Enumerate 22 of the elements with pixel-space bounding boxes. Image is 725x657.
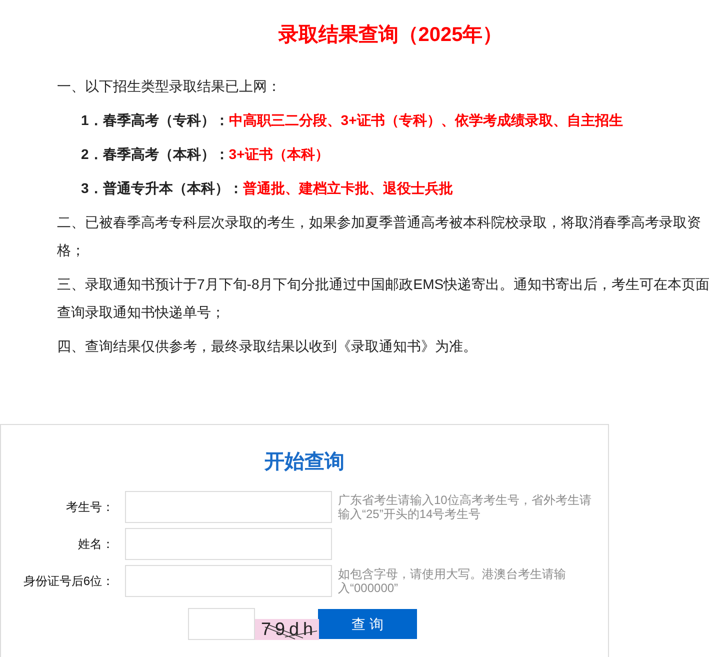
field-label: 身份证号后6位： [22, 573, 114, 590]
item-label: 1．春季高考（专科）： [81, 111, 229, 130]
input-field[interactable] [125, 565, 332, 597]
field-hint: 如包含字母，请使用大写。港澳台考生请输入“000000” [338, 567, 567, 595]
input-field[interactable] [125, 491, 332, 523]
field-hint: 广东省考生请输入10位高考考生号，省外考生请输入“25”开头的14号考生号 [338, 493, 592, 521]
field-label: 考生号： [65, 499, 114, 516]
item-label: 3．普通专升本（本科）： [81, 179, 243, 198]
notice-paragraph: 三、录取通知书预计于7月下旬-8月下旬分批通过中国邮政EMS快递寄出。通知书寄出后，考生可在本页面查询录取通知书快递单号； [57, 275, 711, 322]
query-button[interactable]: 查 询 [318, 609, 417, 639]
captcha-field[interactable] [188, 608, 255, 640]
notice-paragraph: 二、已被春季高考专科层次录取的考生，如果参加夏季普通高考被本科院校录取，将取消春季高考录取资格； [57, 213, 702, 260]
field-label: 姓名： [77, 536, 114, 553]
page-title: 录取结果查询（2025年） [278, 23, 503, 48]
query-title: 开始查询 [264, 450, 344, 475]
item-label: 2．春季高考（本科）： [81, 145, 229, 164]
item-value: 中高职三二分段、3+证书（专科）、依学考成绩录取、自主招生 [228, 111, 623, 130]
item-value: 普通批、建档立卡批、退役士兵批 [242, 179, 453, 198]
input-field[interactable] [125, 528, 332, 560]
item-value: 3+证书（本科） [228, 145, 329, 164]
notice-paragraph: 一、以下招生类型录取结果已上网： [57, 77, 282, 96]
notice-paragraph: 四、查询结果仅供参考，最终录取结果以收到《录取通知书》为准。 [57, 337, 478, 356]
